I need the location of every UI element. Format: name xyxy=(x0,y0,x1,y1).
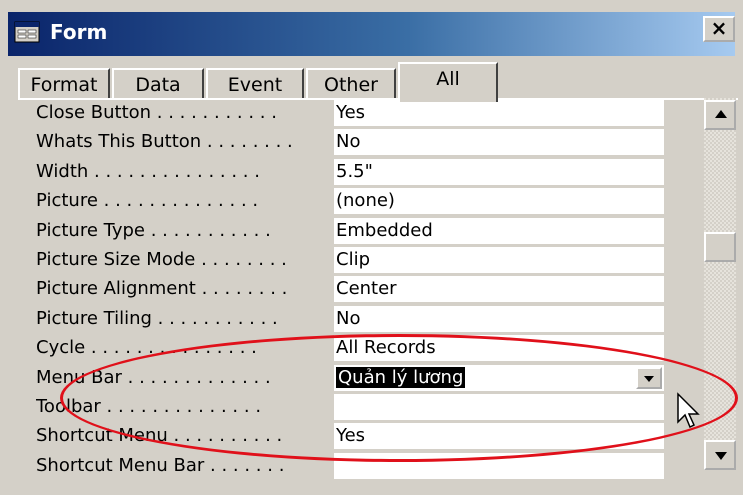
arrow-down-icon xyxy=(715,452,727,460)
property-value[interactable]: Embedded xyxy=(334,217,664,244)
tab-label: Event xyxy=(227,74,283,96)
property-value[interactable]: All Records xyxy=(334,335,664,362)
tab-data[interactable]: Data xyxy=(112,68,204,100)
property-grid: Close Button . . . . . . . . . . . Yes W… xyxy=(28,98,698,479)
property-row-shortcut-menu-bar[interactable]: Shortcut Menu Bar . . . . . . . xyxy=(28,451,698,480)
mouse-cursor-icon xyxy=(677,392,700,429)
selected-value[interactable]: Quản lý lương xyxy=(336,366,466,388)
scroll-down-button[interactable] xyxy=(704,440,736,470)
tab-all[interactable]: All xyxy=(398,62,498,102)
tab-other[interactable]: Other xyxy=(306,68,396,100)
property-value[interactable]: (none) xyxy=(334,188,664,215)
property-label: Picture Type . . . . . . . . . . . xyxy=(36,219,271,241)
vertical-scrollbar[interactable] xyxy=(704,98,736,470)
property-row-cycle[interactable]: Cycle . . . . . . . . . . . . . . . All … xyxy=(28,333,698,362)
property-row-close-button[interactable]: Close Button . . . . . . . . . . . Yes xyxy=(28,98,698,127)
property-value[interactable] xyxy=(334,394,664,420)
scroll-thumb[interactable] xyxy=(704,232,736,262)
property-row-picture-size-mode[interactable]: Picture Size Mode . . . . . . . . Clip xyxy=(28,245,698,274)
property-row-toolbar[interactable]: Toolbar . . . . . . . . . . . . . . xyxy=(28,392,698,421)
property-label: Picture Tiling . . . . . . . . . . . xyxy=(36,307,278,329)
tab-event[interactable]: Event xyxy=(206,68,304,100)
tab-format[interactable]: Format xyxy=(18,68,110,100)
property-value[interactable]: Clip xyxy=(334,247,664,273)
arrow-up-icon xyxy=(715,110,727,118)
close-button[interactable]: × xyxy=(703,16,735,42)
property-label: Shortcut Menu . . . . . . . . . . xyxy=(36,425,283,447)
form-icon xyxy=(14,21,40,43)
tab-label: All xyxy=(436,68,460,90)
property-value[interactable]: No xyxy=(334,305,664,332)
close-icon: × xyxy=(710,16,728,40)
property-value[interactable]: Yes xyxy=(334,100,664,126)
property-label: Whats This Button . . . . . . . . xyxy=(36,131,293,153)
property-row-whats-this-button[interactable]: Whats This Button . . . . . . . . No xyxy=(28,127,698,156)
properties-window: Form × Format Data Event Other All Close… xyxy=(0,0,743,495)
property-label: Picture Alignment . . . . . . . . xyxy=(36,278,288,300)
property-value[interactable] xyxy=(334,452,664,479)
property-row-picture-alignment[interactable]: Picture Alignment . . . . . . . . Center xyxy=(28,274,698,303)
property-value[interactable]: 5.5" xyxy=(334,158,664,185)
property-label: Picture Size Mode . . . . . . . . xyxy=(36,249,287,270)
property-value[interactable]: Yes xyxy=(334,423,664,450)
property-label: Shortcut Menu Bar . . . . . . . xyxy=(36,454,285,476)
property-value[interactable]: Center xyxy=(334,276,664,303)
title-bar[interactable]: Form xyxy=(8,12,735,56)
property-label: Close Button . . . . . . . . . . . xyxy=(36,102,277,123)
property-row-width[interactable]: Width . . . . . . . . . . . . . . . 5.5" xyxy=(28,157,698,186)
property-label: Width . . . . . . . . . . . . . . . xyxy=(36,160,260,182)
scroll-up-button[interactable] xyxy=(704,100,736,130)
tab-strip: Format Data Event Other All xyxy=(18,62,718,102)
tab-label: Data xyxy=(135,74,181,96)
property-label: Picture . . . . . . . . . . . . . . xyxy=(36,190,259,212)
menu-bar-combobox[interactable]: Quản lý lương xyxy=(334,364,664,391)
property-label: Cycle . . . . . . . . . . . . . . . xyxy=(36,337,257,359)
property-value[interactable]: No xyxy=(334,129,664,156)
dropdown-button[interactable] xyxy=(636,366,662,389)
window-title: Form xyxy=(50,20,108,44)
tab-label: Other xyxy=(324,74,378,96)
property-label: Toolbar . . . . . . . . . . . . . . xyxy=(36,396,262,417)
property-row-picture[interactable]: Picture . . . . . . . . . . . . . . (non… xyxy=(28,186,698,215)
property-row-picture-type[interactable]: Picture Type . . . . . . . . . . . Embed… xyxy=(28,216,698,245)
chevron-down-icon xyxy=(644,375,654,382)
property-label: Menu Bar . . . . . . . . . . . . . xyxy=(36,366,271,388)
tab-label: Format xyxy=(30,74,98,96)
property-row-shortcut-menu[interactable]: Shortcut Menu . . . . . . . . . . Yes xyxy=(28,421,698,450)
property-row-menu-bar[interactable]: Menu Bar . . . . . . . . . . . . . Quản … xyxy=(28,363,698,392)
property-row-picture-tiling[interactable]: Picture Tiling . . . . . . . . . . . No xyxy=(28,304,698,333)
